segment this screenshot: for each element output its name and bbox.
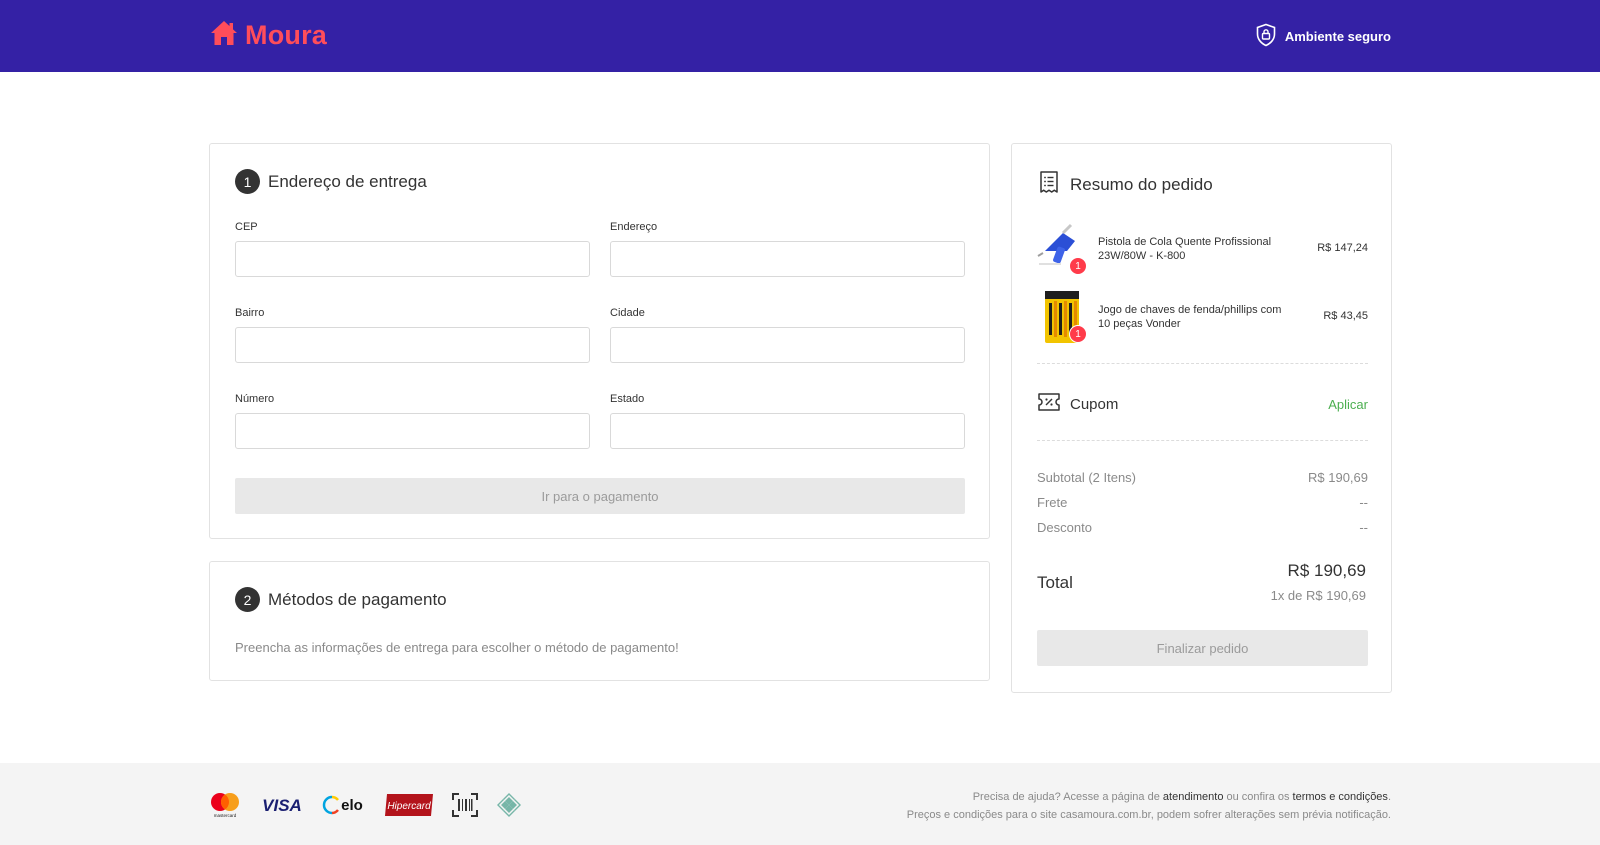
installments-text: 1x de R$ 190,69 (1270, 588, 1366, 603)
ticket-percent-icon (1037, 392, 1061, 417)
quantity-badge: 1 (1069, 257, 1087, 275)
brand-logo[interactable]: Moura (209, 18, 327, 53)
payment-methods-card: 2 Métodos de pagamento Preencha as infor… (209, 561, 990, 681)
mastercard-icon: mastercard (208, 791, 242, 824)
quantity-badge: 1 (1069, 325, 1087, 343)
item-price: R$ 147,24 (1317, 242, 1368, 254)
hipercard-icon: Hipercard (384, 793, 434, 822)
pix-icon (496, 792, 522, 823)
discount-row: Desconto -- (1037, 520, 1368, 535)
hipercard-text: Hipercard (387, 801, 431, 812)
address-title: Endereço de entrega (268, 171, 427, 191)
boleto-icon (452, 793, 478, 822)
cart-item: 1 Pistola de Cola Quente Profissional 23… (1037, 221, 1368, 277)
discount-value: -- (1359, 520, 1368, 535)
house-icon (209, 18, 239, 53)
cep-label: CEP (235, 221, 258, 233)
bairro-label: Bairro (235, 307, 265, 319)
cart-item: 1 Jogo de chaves de fenda/phillips com 1… (1037, 289, 1368, 345)
top-header: Moura Ambiente seguro (0, 0, 1600, 72)
visa-icon: VISA (260, 795, 304, 820)
numero-input[interactable] (235, 413, 590, 449)
discount-label: Desconto (1037, 520, 1092, 535)
shipping-row: Frete -- (1037, 495, 1368, 510)
payment-title: Métodos de pagamento (268, 589, 447, 609)
cidade-input[interactable] (610, 327, 965, 363)
address-heading: 1 Endereço de entrega (235, 169, 427, 194)
item-name: Pistola de Cola Quente Profissional 23W/… (1098, 236, 1272, 262)
secure-environment: Ambiente seguro (1255, 23, 1391, 50)
item-name: Jogo de chaves de fenda/phillips com 10 … (1098, 304, 1282, 330)
secure-label: Ambiente seguro (1284, 29, 1391, 44)
apply-coupon-link[interactable]: Aplicar (1328, 397, 1368, 412)
go-to-payment-button[interactable]: Ir para o pagamento (235, 478, 965, 514)
disclaimer-line: Preços e condições para o site casamoura… (906, 809, 1391, 821)
summary-title: Resumo do pedido (1070, 174, 1213, 194)
subtotal-row: Subtotal (2 Itens) R$ 190,69 (1037, 470, 1368, 485)
endereco-input[interactable] (610, 241, 965, 277)
support-link[interactable]: atendimento (1163, 791, 1224, 803)
payment-methods-icons: mastercard VISA elo Hipercard (208, 791, 522, 824)
shipping-label: Frete (1037, 495, 1068, 510)
estado-input[interactable] (610, 413, 965, 449)
coupon-row: Cupom Aplicar (1037, 392, 1368, 417)
shipping-value: -- (1359, 495, 1368, 510)
brand-name: Moura (245, 20, 327, 50)
payment-heading: 2 Métodos de pagamento (235, 587, 447, 612)
total-value: R$ 190,69 (1287, 561, 1366, 580)
divider (1037, 363, 1368, 364)
help-line: Precisa de ajuda? Acesse a página de ate… (907, 788, 1391, 806)
cidade-label: Cidade (610, 307, 645, 319)
summary-heading: Resumo do pedido (1037, 170, 1213, 199)
subtotal-value: R$ 190,69 (1308, 470, 1368, 485)
coupon-label: Cupom (1070, 396, 1119, 413)
help-middle: ou confira os (1223, 791, 1293, 803)
terms-link[interactable]: termos e condições (1293, 791, 1388, 803)
receipt-icon (1037, 170, 1061, 199)
endereco-label: Endereço (610, 221, 658, 233)
footer: mastercard VISA elo Hipercard Precisa de… (0, 763, 1600, 845)
estado-label: Estado (610, 393, 645, 405)
mastercard-text: mastercard (214, 813, 237, 818)
delivery-address-card: 1 Endereço de entrega CEP Endereço Bairr… (209, 143, 990, 539)
footer-help-text: Precisa de ajuda? Acesse a página de ate… (907, 788, 1391, 824)
cep-input[interactable] (235, 241, 590, 277)
divider (1037, 440, 1368, 441)
step-number: 1 (235, 169, 260, 194)
help-prefix: Precisa de ajuda? Acesse a página de (972, 791, 1163, 803)
numero-label: Número (235, 393, 275, 405)
elo-text: elo (341, 797, 363, 814)
shield-lock-icon (1255, 23, 1277, 50)
help-suffix: . (1387, 791, 1391, 803)
item-price: R$ 43,45 (1323, 310, 1368, 322)
subtotal-label: Subtotal (2 Itens) (1037, 470, 1136, 485)
visa-text: VISA (262, 796, 302, 815)
order-summary-card: Resumo do pedido 1 Pistola de Cola Quent… (1011, 143, 1392, 693)
step-number: 2 (235, 587, 260, 612)
total-label: Total (1037, 573, 1073, 592)
elo-icon: elo (322, 794, 366, 821)
payment-hint: Preencha as informações de entrega para … (235, 640, 679, 655)
finalize-order-button[interactable]: Finalizar pedido (1037, 630, 1368, 666)
bairro-input[interactable] (235, 327, 590, 363)
